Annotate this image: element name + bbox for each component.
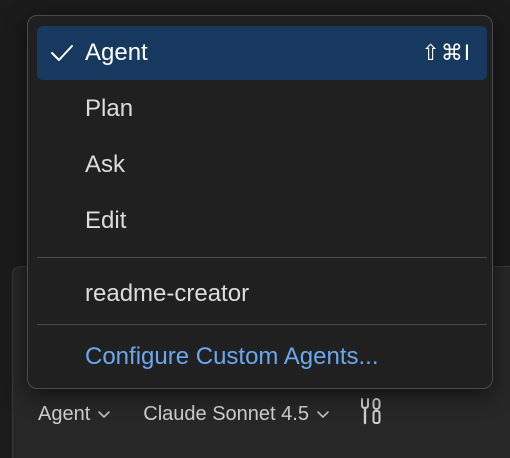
agent-mode-menu: Agent ⇧⌘I Plan Ask Edit readme-creator C… [27, 15, 493, 389]
mode-picker-label: Agent [38, 402, 91, 425]
menu-item-ask[interactable]: Ask [37, 138, 487, 192]
menu-item-label: Plan [85, 95, 134, 122]
model-picker-label: Claude Sonnet 4.5 [143, 402, 309, 425]
menu-item-plan[interactable]: Plan [37, 82, 487, 136]
keyboard-shortcut: ⇧⌘I [421, 40, 471, 65]
tools-icon [357, 396, 385, 432]
menu-item-label: Edit [85, 207, 127, 234]
mode-picker-button[interactable]: Agent [38, 403, 113, 426]
configure-custom-agents-link[interactable]: Configure Custom Agents... [37, 330, 487, 384]
model-picker-button[interactable]: Claude Sonnet 4.5 [143, 403, 332, 426]
menu-item-label: readme-creator [85, 280, 250, 307]
menu-item-label: Configure Custom Agents... [85, 343, 379, 370]
checkmark-icon [49, 40, 75, 66]
menu-divider [37, 324, 487, 325]
menu-item-label: Ask [85, 151, 126, 178]
menu-item-edit[interactable]: Edit [37, 194, 487, 248]
chevron-down-icon [95, 405, 113, 423]
chat-toolbar: Agent Claude Sonnet 4.5 [38, 396, 386, 432]
menu-item-agent[interactable]: Agent ⇧⌘I [37, 26, 487, 80]
tools-button[interactable] [356, 396, 386, 432]
menu-item-readme-creator[interactable]: readme-creator [37, 267, 487, 321]
chevron-down-icon [314, 405, 332, 423]
menu-divider [37, 257, 487, 258]
menu-item-label: Agent [85, 39, 148, 66]
chat-view: Agent Claude Sonnet 4.5 Agent ⇧⌘I Plan A… [0, 0, 510, 458]
